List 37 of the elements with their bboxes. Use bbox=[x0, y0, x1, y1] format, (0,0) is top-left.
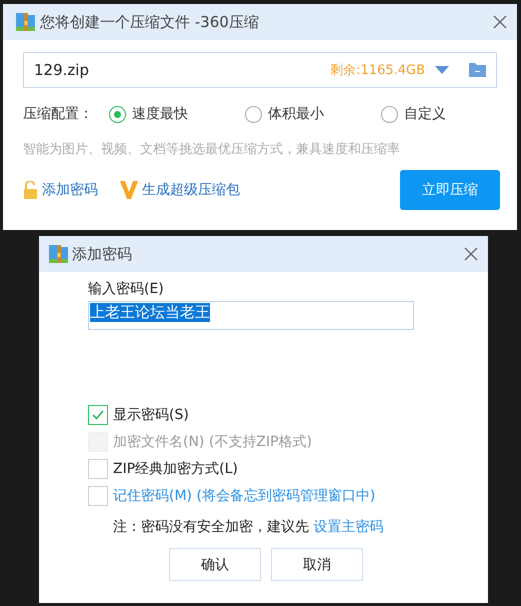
archive-icon bbox=[16, 13, 35, 31]
option-label: 体积最小 bbox=[268, 105, 324, 123]
option-label: ZIP经典加密方式(L) bbox=[113, 460, 238, 478]
option-label: 速度最快 bbox=[132, 105, 188, 123]
file-name-field[interactable]: 129.zip 剩余:1165.4GB bbox=[23, 52, 497, 88]
note-text: 注：密码没有安全加密，建议先 设置主密码 bbox=[113, 518, 384, 536]
option-label: 自定义 bbox=[404, 105, 446, 123]
archive-icon bbox=[49, 245, 68, 263]
add-password-link[interactable]: 添加密码 bbox=[23, 181, 98, 199]
dialog-button[interactable]: 确认 bbox=[169, 548, 261, 581]
password-label: 输入密码(E) bbox=[88, 280, 165, 298]
compress-button[interactable]: 立即压缩 bbox=[400, 170, 500, 210]
window-title: 添加密码 bbox=[72, 244, 133, 264]
checkbox[interactable] bbox=[88, 405, 108, 425]
check-icon bbox=[92, 410, 104, 420]
close-icon[interactable] bbox=[464, 247, 478, 261]
password-field[interactable]: 上老王论坛当老王 bbox=[88, 301, 414, 330]
config-label: 压缩配置： bbox=[23, 105, 94, 123]
option-label: 加密文件名(N) (不支持ZIP格式) bbox=[113, 433, 312, 451]
checkbox[interactable] bbox=[88, 486, 108, 506]
radio-button[interactable] bbox=[109, 106, 126, 122]
close-icon[interactable] bbox=[493, 15, 507, 29]
option-label: 显示密码(S) bbox=[113, 406, 189, 424]
padlock-icon bbox=[23, 181, 38, 199]
master-password-link[interactable]: 设置主密码 bbox=[313, 519, 384, 535]
super-package-link[interactable]: 生成超级压缩包 bbox=[120, 181, 240, 199]
checkbox[interactable] bbox=[88, 459, 108, 479]
dialog-button[interactable]: 取消 bbox=[271, 548, 363, 581]
folder-icon[interactable] bbox=[469, 63, 486, 77]
dropdown-icon[interactable] bbox=[435, 66, 449, 74]
radio-button[interactable] bbox=[381, 106, 398, 122]
window-title: 您将创建一个压缩文件 -360压缩 bbox=[40, 12, 260, 32]
option-link[interactable]: 记住密码(M) (将会备忘到密码管理窗口中) bbox=[113, 487, 376, 505]
v-icon bbox=[120, 181, 138, 199]
hint-text: 智能为图片、视频、文档等挑选最优压缩方式，兼具速度和压缩率 bbox=[23, 141, 401, 158]
free-space-label: 剩余:1165.4GB bbox=[330, 62, 425, 79]
radio-button[interactable] bbox=[245, 106, 262, 122]
